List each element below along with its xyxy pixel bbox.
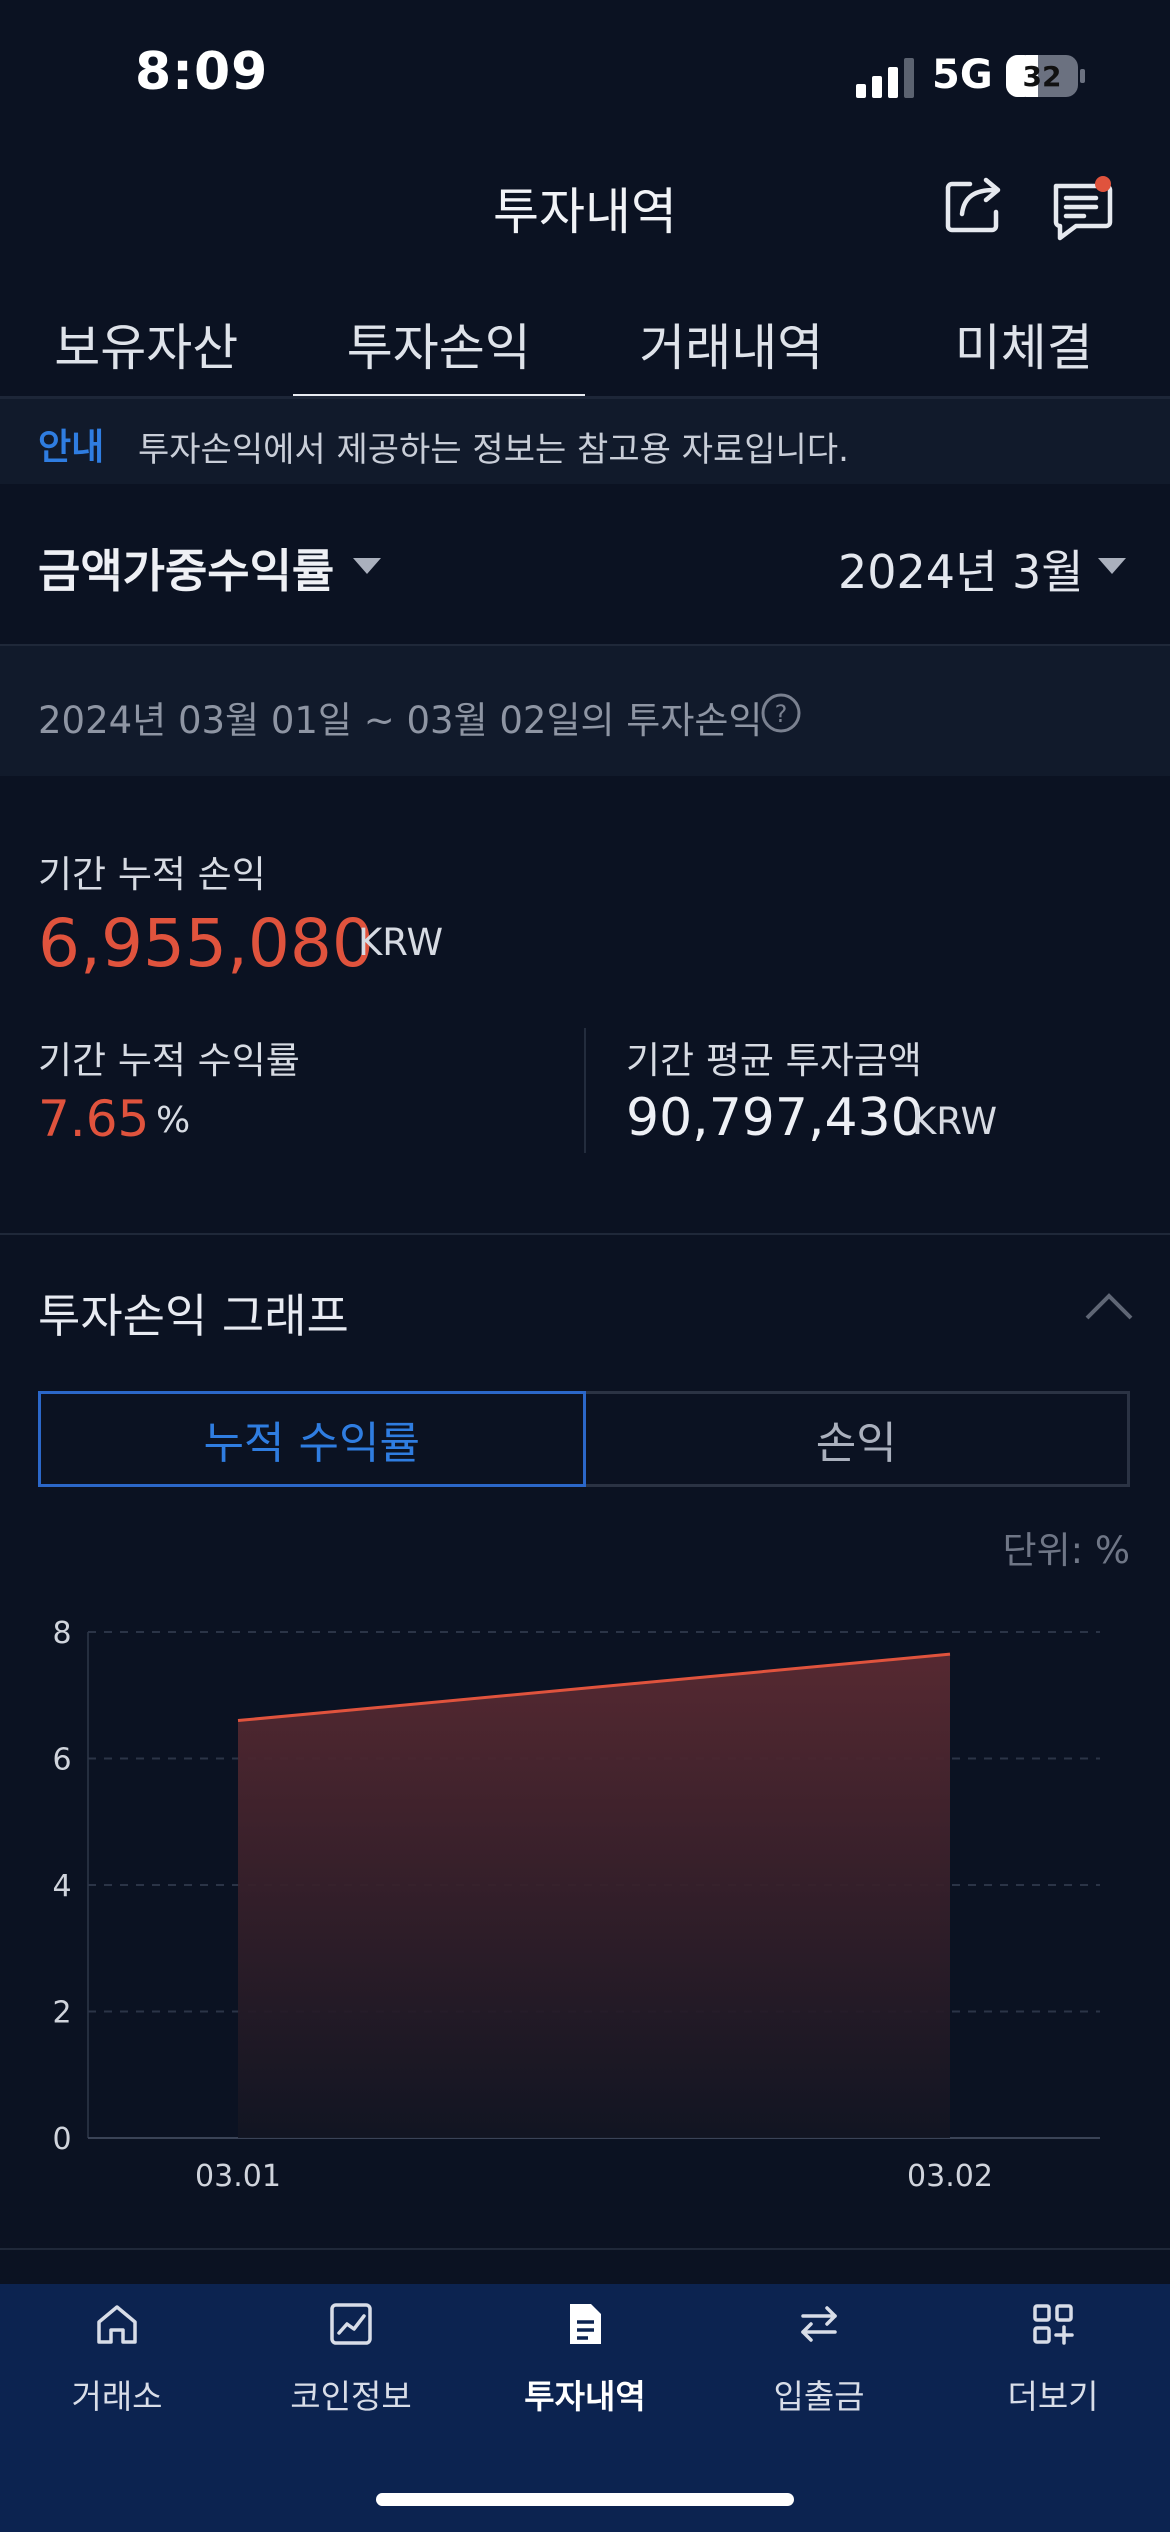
nav-label: 투자내역 <box>524 2377 646 2416</box>
document-icon <box>570 2304 601 2344</box>
y-tick-label: 2 <box>52 1996 71 2031</box>
tab-bar: 보유자산 투자손익 거래내역 미체결 <box>0 290 1170 400</box>
toggle-pnl[interactable]: 손익 <box>585 1391 1130 1487</box>
y-tick-label: 4 <box>52 1869 71 1904</box>
month-dropdown[interactable]: 2024년 3월 <box>838 536 1084 602</box>
x-tick-label: 03.01 <box>195 2159 281 2194</box>
tab-investment-pnl[interactable]: 투자손익 <box>292 290 586 400</box>
graph-title: 투자손익 그래프 <box>38 1289 349 1343</box>
graph-toggle: 누적 수익률 손익 <box>38 1391 1130 1487</box>
nav-more[interactable]: 더보기 <box>936 2300 1170 2418</box>
signal-icon <box>856 58 914 98</box>
chevron-down-icon[interactable] <box>1098 558 1126 574</box>
y-tick-label: 0 <box>52 2122 71 2157</box>
metric-dropdown[interactable]: 금액가중수익률 <box>38 535 334 601</box>
battery-level: 32 <box>1023 60 1062 93</box>
summary-divider <box>584 1028 586 1153</box>
transfer-icon <box>801 2306 837 2342</box>
home-icon <box>97 2305 137 2344</box>
nav-exchange[interactable]: 거래소 <box>0 2300 234 2418</box>
chart-icon <box>330 2303 372 2345</box>
cumulative-pnl-label: 기간 누적 손익 <box>38 853 266 896</box>
chart-unit-label: 단위: % <box>1002 1529 1130 1572</box>
home-indicator <box>376 2493 794 2506</box>
nav-deposit-withdraw[interactable]: 입출금 <box>702 2300 936 2418</box>
divider <box>0 2248 1170 2250</box>
chat-notification-icon[interactable] <box>1050 172 1120 242</box>
help-icon[interactable]: ? <box>760 692 802 734</box>
y-tick-label: 8 <box>52 1616 71 1651</box>
divider <box>0 1233 1170 1235</box>
cumulative-pnl-unit: KRW <box>358 921 444 964</box>
nav-coin-info[interactable]: 코인정보 <box>234 2300 468 2418</box>
notice-tag: 안내 <box>38 427 105 468</box>
tab-trade-history[interactable]: 거래내역 <box>585 290 878 400</box>
battery-icon: 32 <box>1006 55 1085 97</box>
network-type: 5G <box>932 52 993 98</box>
tab-unfilled[interactable]: 미체결 <box>878 290 1170 400</box>
avg-invest-label: 기간 평균 투자금액 <box>626 1039 922 1082</box>
nav-label: 코인정보 <box>290 2377 412 2416</box>
cumulative-rate-chart: 0 2 4 6 8 03.01 03.02 <box>52 1616 1100 2194</box>
nav-label: 더보기 <box>1007 2377 1099 2416</box>
chevron-down-icon[interactable] <box>353 558 381 574</box>
cumulative-pnl-value: 6,955,080 <box>38 905 374 982</box>
cumulative-rate-unit: % <box>156 1100 191 1141</box>
chevron-up-icon[interactable] <box>1083 1290 1135 1322</box>
nav-label: 입출금 <box>773 2377 865 2416</box>
cumulative-rate-value: 7.65 <box>38 1090 150 1148</box>
cumulative-rate-label: 기간 누적 수익률 <box>38 1039 300 1082</box>
x-tick-label: 03.02 <box>907 2159 993 2194</box>
more-grid-icon <box>1033 2304 1074 2345</box>
avg-invest-unit: KRW <box>912 1100 998 1143</box>
toggle-cumulative-rate[interactable]: 누적 수익률 <box>38 1391 586 1487</box>
share-icon[interactable] <box>942 170 1008 236</box>
svg-text:?: ? <box>775 700 788 728</box>
y-tick-label: 6 <box>52 1743 71 1778</box>
series-area <box>238 1654 950 2138</box>
nav-label: 거래소 <box>71 2377 163 2416</box>
notice-text: 투자손익에서 제공하는 정보는 참고용 자료입니다. <box>138 430 849 470</box>
avg-invest-value: 90,797,430 <box>626 1088 924 1148</box>
period-text: 2024년 03월 01일 ~ 03월 02일의 투자손익 <box>38 699 763 742</box>
status-time: 8:09 <box>135 42 269 102</box>
nav-investment-history[interactable]: 투자내역 <box>468 2300 702 2418</box>
tab-holdings[interactable]: 보유자산 <box>0 290 293 400</box>
